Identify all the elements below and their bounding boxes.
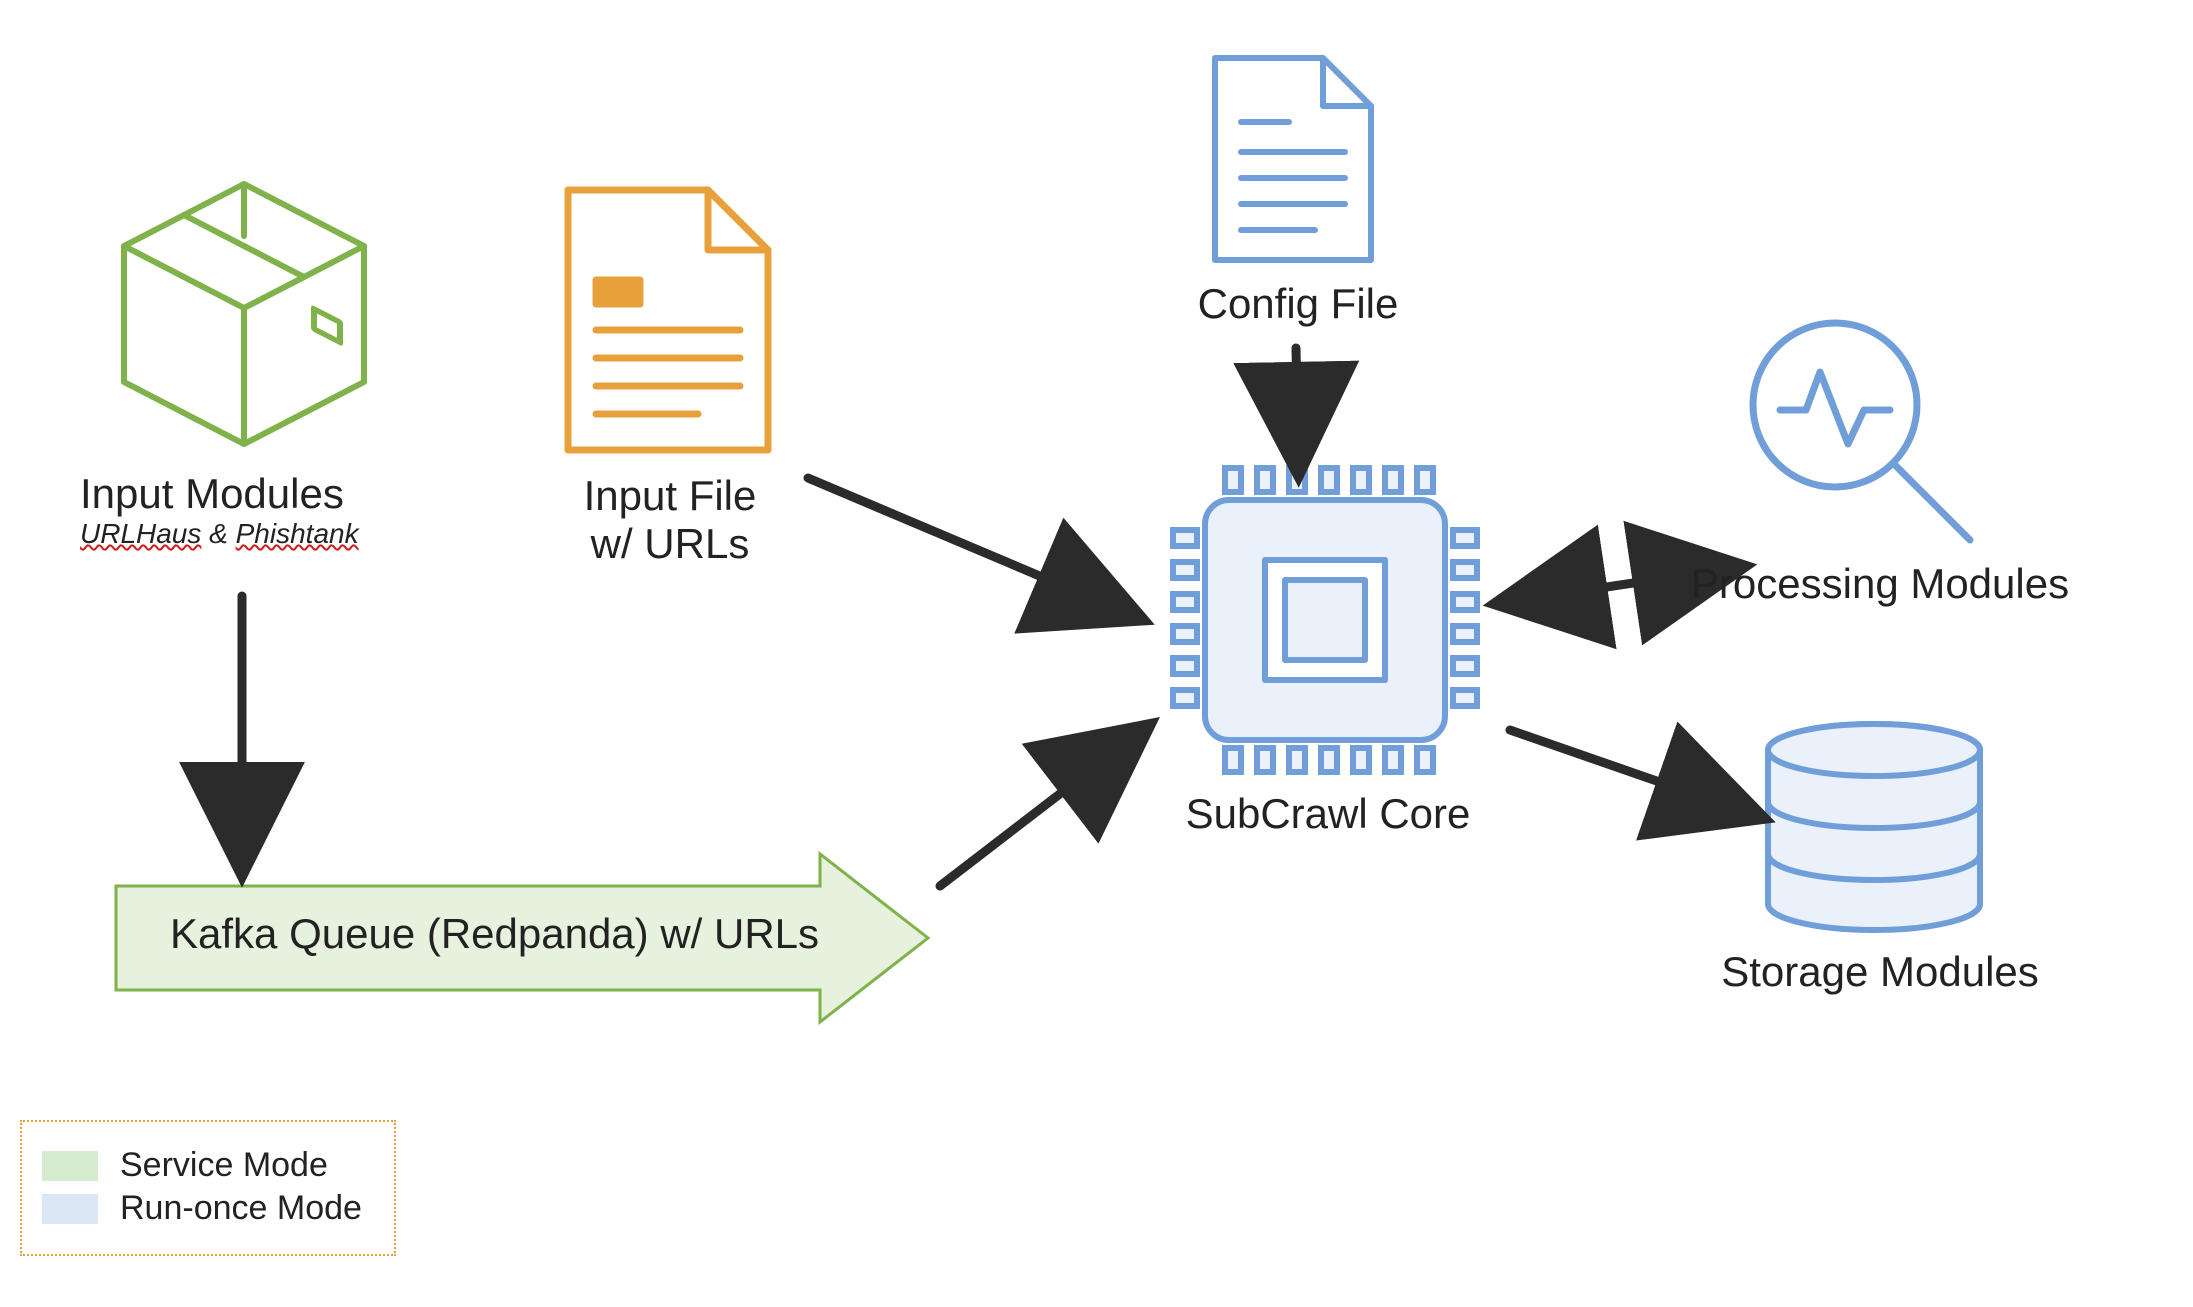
input-file-line1: Input File: [540, 472, 800, 520]
storage-modules-node: Storage Modules: [1680, 948, 2080, 996]
document-blue-icon: [1215, 58, 1371, 260]
legend-box: Service Mode Run-once Mode: [20, 1120, 396, 1256]
input-file-node: Input File w/ URLs: [540, 472, 800, 568]
input-file-line2: w/ URLs: [540, 520, 800, 568]
input-modules-title: Input Modules: [80, 470, 410, 518]
legend-swatch-blue: [42, 1194, 98, 1224]
subtitle-mid: &: [201, 518, 235, 549]
config-file-node: Config File: [1148, 280, 1448, 328]
arrow-config-to-core: [1296, 348, 1298, 450]
box-icon: [124, 184, 364, 444]
processing-modules-title: Processing Modules: [1650, 560, 2110, 608]
magnifier-activity-icon: [1753, 323, 1970, 540]
database-icon: [1768, 724, 1980, 930]
kafka-queue-label: Kafka Queue (Redpanda) w/ URLs: [170, 910, 819, 958]
arrow-core-to-storage: [1510, 730, 1740, 810]
storage-modules-title: Storage Modules: [1680, 948, 2080, 996]
arrow-kafka-to-core: [940, 740, 1130, 886]
legend-runonce-label: Run-once Mode: [120, 1189, 362, 1228]
subcrawl-core-title: SubCrawl Core: [1148, 790, 1508, 838]
cpu-icon: [1173, 468, 1477, 772]
input-modules-node: Input Modules URLHaus & Phishtank: [80, 470, 410, 550]
document-orange-icon: [568, 190, 768, 450]
wavy-text-1: URLHaus: [80, 518, 201, 549]
wavy-text-2: Phishtank: [236, 518, 359, 549]
input-modules-subtitle: URLHaus & Phishtank: [80, 518, 410, 550]
diagram-canvas: [0, 0, 2193, 1307]
legend-swatch-green: [42, 1151, 98, 1181]
arrow-inputfile-to-core: [808, 478, 1120, 610]
subcrawl-core-node: SubCrawl Core: [1148, 790, 1508, 838]
legend-service-label: Service Mode: [120, 1146, 328, 1185]
processing-modules-node: Processing Modules: [1650, 560, 2110, 608]
config-file-title: Config File: [1148, 280, 1448, 328]
legend-row-runonce: Run-once Mode: [42, 1189, 362, 1228]
legend-row-service: Service Mode: [42, 1146, 362, 1185]
